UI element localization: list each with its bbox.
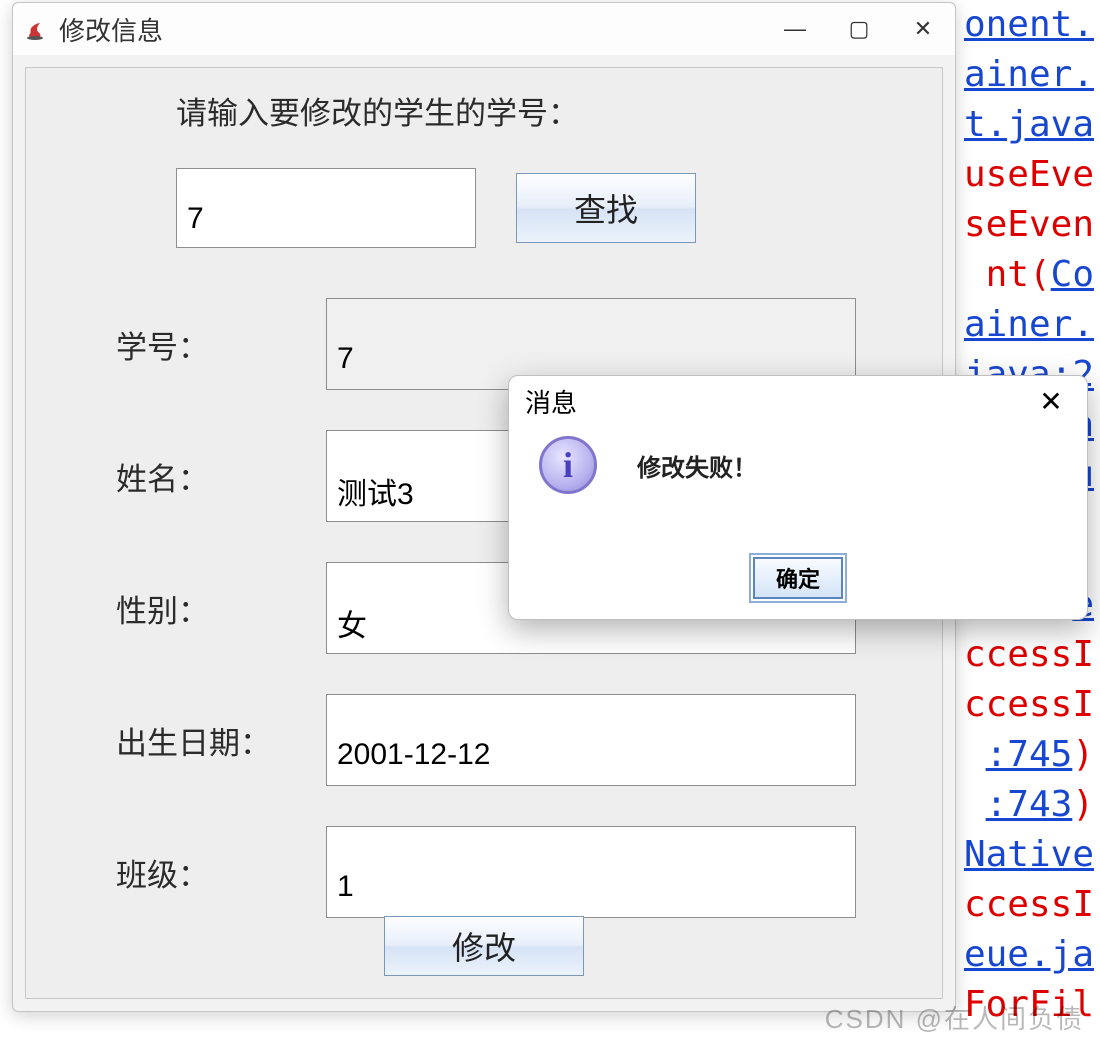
field-dob[interactable] <box>326 694 856 786</box>
dialog-titlebar[interactable]: 消息 ✕ <box>509 376 1087 426</box>
prompt-label: 请输入要修改的学生的学号： <box>176 88 579 133</box>
student-id-search-field[interactable] <box>185 201 467 237</box>
dialog-message: 修改失败！ <box>637 448 757 483</box>
maximize-button[interactable]: ▢ <box>827 3 891 55</box>
maximize-icon: ▢ <box>849 16 870 42</box>
close-icon: ✕ <box>1039 385 1062 418</box>
dialog-ok-button[interactable]: 确定 <box>753 557 843 599</box>
search-button[interactable]: 查找 <box>516 173 696 243</box>
watermark: CSDN @在人间负债 <box>825 999 1084 1036</box>
modify-button[interactable]: 修改 <box>384 916 584 976</box>
dialog-close-button[interactable]: ✕ <box>1031 381 1071 421</box>
student-id-search-input[interactable] <box>176 168 476 248</box>
minimize-icon: — <box>784 16 806 42</box>
dialog-title: 消息 <box>525 383 577 420</box>
row-class: 班级： <box>106 826 856 918</box>
close-button[interactable]: ✕ <box>891 3 955 55</box>
input-dob[interactable] <box>335 737 847 773</box>
submit-row: 修改 <box>26 916 942 976</box>
window-title: 修改信息 <box>59 11 163 48</box>
info-icon: i <box>539 436 597 494</box>
label-dob: 出生日期： <box>106 718 326 763</box>
dialog-actions: 确定 <box>509 557 1087 599</box>
minimize-button[interactable]: — <box>763 3 827 55</box>
row-dob: 出生日期： <box>106 694 856 786</box>
dialog-body: i 修改失败！ <box>509 426 1087 494</box>
label-student-id: 学号： <box>106 322 326 367</box>
label-name: 姓名： <box>106 454 326 499</box>
input-student-id <box>335 341 847 377</box>
field-class[interactable] <box>326 826 856 918</box>
input-class[interactable] <box>335 869 847 905</box>
close-icon: ✕ <box>914 16 932 42</box>
label-class: 班级： <box>106 850 326 895</box>
label-sex: 性别： <box>106 586 326 631</box>
search-row: 查找 <box>176 168 696 248</box>
message-dialog[interactable]: 消息 ✕ i 修改失败！ 确定 <box>508 375 1088 620</box>
java-app-icon <box>21 15 49 43</box>
info-glyph: i <box>563 444 573 486</box>
window-buttons: — ▢ ✕ <box>763 3 955 55</box>
titlebar[interactable]: 修改信息 — ▢ ✕ <box>13 3 955 55</box>
